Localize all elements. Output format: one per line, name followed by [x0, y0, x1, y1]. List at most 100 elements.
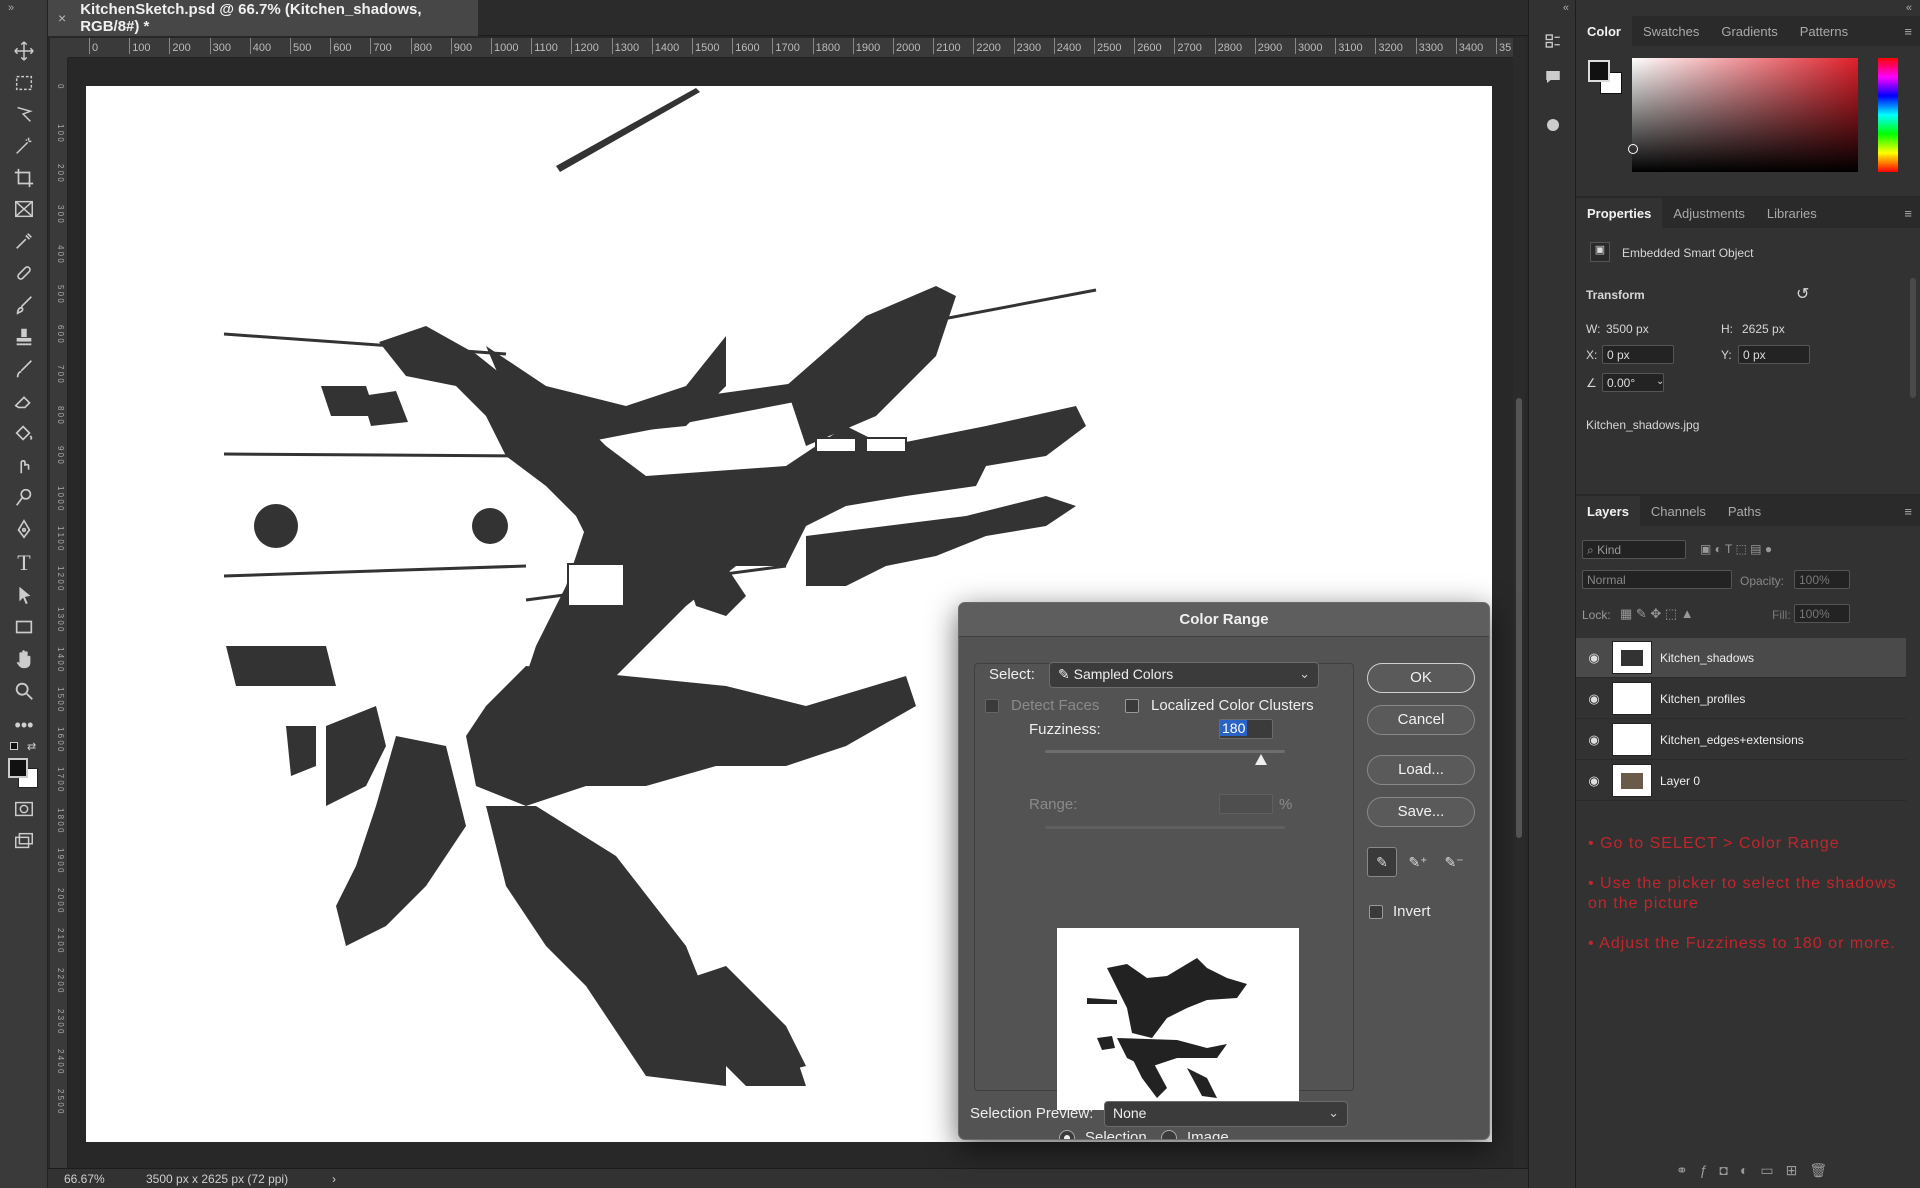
expand-panels-icon[interactable]: «	[1563, 2, 1569, 14]
clone-stamp-tool-icon[interactable]	[9, 324, 39, 350]
layer-filter-icons[interactable]: ▣ ◐ T ⬚ ▤ ●	[1700, 542, 1772, 556]
fuzziness-slider-thumb[interactable]	[1255, 754, 1267, 765]
eyedropper-plus-icon[interactable]: ✎⁺	[1403, 847, 1433, 877]
adjust-icon[interactable]	[1540, 112, 1566, 138]
color-swatch-pair[interactable]	[1588, 60, 1624, 96]
hand-tool-icon[interactable]	[9, 646, 39, 672]
foreground-background-swatch[interactable]	[8, 758, 42, 792]
smudge-tool-icon[interactable]	[9, 452, 39, 478]
properties-scrollbar[interactable]	[1910, 278, 1916, 398]
type-tool-icon[interactable]: T	[9, 550, 39, 576]
detect-faces-checkbox[interactable]	[985, 699, 999, 713]
fuzziness-field[interactable]: 180	[1219, 719, 1273, 739]
document-tab[interactable]: × KitchenSketch.psd @ 66.7% (Kitchen_sha…	[48, 0, 478, 36]
angle-field[interactable]: 0.00°	[1602, 373, 1664, 392]
comments-icon[interactable]	[1540, 64, 1566, 90]
fuzziness-slider-track[interactable]	[1045, 750, 1285, 753]
tab-libraries[interactable]: Libraries	[1756, 198, 1828, 228]
panel-collapse-icon[interactable]: «	[1906, 2, 1912, 14]
history-icon[interactable]	[1540, 28, 1566, 54]
ruler-tick-label: 1200	[571, 38, 599, 54]
panel-menu-icon[interactable]: ≡	[1904, 504, 1912, 519]
image-radio[interactable]	[1161, 1130, 1177, 1139]
selection-radio[interactable]	[1059, 1130, 1075, 1139]
lasso-tool-icon[interactable]	[9, 101, 39, 127]
panel-menu-icon[interactable]: ≡	[1904, 24, 1912, 39]
healing-brush-tool-icon[interactable]	[9, 260, 39, 286]
eyedropper-tool-icon[interactable]	[9, 228, 39, 254]
eyedropper-icon[interactable]: ✎	[1367, 847, 1397, 877]
panel-menu-icon[interactable]: ≡	[1904, 206, 1912, 221]
localized-clusters-checkbox[interactable]	[1125, 699, 1139, 713]
ruler-tick-label: 2300	[1013, 38, 1042, 54]
path-selection-tool-icon[interactable]	[9, 582, 39, 608]
eyedropper-minus-icon[interactable]: ✎⁻	[1439, 847, 1469, 877]
color-field[interactable]	[1628, 58, 1858, 172]
vertical-scrollbar[interactable]	[1513, 38, 1525, 1170]
frame-tool-icon[interactable]	[9, 196, 39, 222]
ruler-tick-label: 1 6 0 0	[56, 727, 65, 752]
magic-wand-tool-icon[interactable]	[9, 133, 39, 159]
angle-dropdown-icon[interactable]: ⌄	[1656, 376, 1664, 387]
eraser-tool-icon[interactable]	[9, 388, 39, 414]
visibility-eye-icon[interactable]: ◉	[1576, 691, 1612, 707]
select-dropdown[interactable]: ✎ Sampled Colors ⌄	[1049, 662, 1319, 688]
tab-paths[interactable]: Paths	[1717, 496, 1772, 526]
x-field[interactable]: 0 px	[1602, 345, 1674, 364]
dodge-tool-icon[interactable]	[9, 484, 39, 510]
save-button[interactable]: Save...	[1367, 797, 1475, 827]
status-arrow-icon[interactable]: ›	[332, 1172, 336, 1186]
layer-row[interactable]: ◉ Kitchen_profiles	[1576, 679, 1906, 719]
layer-row[interactable]: ◉ Layer 0	[1576, 761, 1906, 801]
marquee-tool-icon[interactable]	[9, 70, 39, 96]
tab-channels[interactable]: Channels	[1640, 496, 1717, 526]
quick-mask-icon[interactable]	[9, 796, 39, 822]
invert-checkbox[interactable]	[1369, 905, 1383, 919]
tab-properties[interactable]: Properties	[1576, 198, 1663, 228]
tab-patterns[interactable]: Patterns	[1789, 16, 1859, 46]
fill-field[interactable]: 100%	[1794, 604, 1850, 623]
opacity-field[interactable]: 100%	[1794, 570, 1850, 589]
collapse-icon[interactable]: »	[8, 2, 14, 14]
layer-footer-icons[interactable]: ⚭ƒ◘◐▭⊞🗑	[1676, 1162, 1839, 1179]
scrollbar-thumb[interactable]	[1516, 398, 1522, 838]
cancel-button[interactable]: Cancel	[1367, 705, 1475, 735]
visibility-eye-icon[interactable]: ◉	[1576, 732, 1612, 748]
crop-tool-icon[interactable]	[9, 165, 39, 191]
ruler-tick-label: 2800	[1214, 38, 1243, 54]
history-brush-tool-icon[interactable]	[9, 356, 39, 382]
layer-filter-kind[interactable]: ⌕ Kind	[1582, 540, 1686, 559]
move-tool-icon[interactable]	[9, 38, 39, 64]
zoom-tool-icon[interactable]	[9, 678, 39, 704]
layer-row[interactable]: ◉ Kitchen_edges+extensions	[1576, 720, 1906, 760]
zoom-level[interactable]: 66.67%	[64, 1172, 105, 1186]
hue-slider[interactable]	[1878, 58, 1898, 172]
y-field[interactable]: 0 px	[1738, 345, 1810, 364]
selection-preview-thumbnail[interactable]	[1057, 928, 1299, 1110]
default-colors-icon[interactable]: ⇄	[10, 740, 38, 754]
tab-color[interactable]: Color	[1576, 16, 1632, 46]
blend-mode-select[interactable]: Normal	[1582, 570, 1732, 589]
tab-adjustments[interactable]: Adjustments	[1662, 198, 1756, 228]
more-tools-icon[interactable]: •••	[9, 712, 39, 738]
tab-gradients[interactable]: Gradients	[1710, 16, 1788, 46]
ruler-tick-label: 1 2 0 0	[56, 566, 65, 591]
brush-tool-icon[interactable]	[9, 292, 39, 318]
paint-bucket-tool-icon[interactable]	[9, 420, 39, 446]
close-tab-icon[interactable]: ×	[58, 10, 66, 26]
reset-transform-icon[interactable]: ↺	[1796, 284, 1809, 304]
selection-preview-select[interactable]: None ⌄	[1104, 1101, 1348, 1127]
visibility-eye-icon[interactable]: ◉	[1576, 650, 1612, 666]
tab-swatches[interactable]: Swatches	[1632, 16, 1710, 46]
lock-icons[interactable]: ▦ ✎ ✥ ⬚ ▲	[1620, 606, 1694, 622]
visibility-eye-icon[interactable]: ◉	[1576, 773, 1612, 789]
range-unit: %	[1279, 796, 1293, 813]
tab-layers[interactable]: Layers	[1576, 496, 1640, 526]
ruler-tick-label: 300	[209, 38, 231, 54]
load-button[interactable]: Load...	[1367, 755, 1475, 785]
screen-mode-icon[interactable]	[9, 828, 39, 854]
pen-tool-icon[interactable]	[9, 516, 39, 542]
rectangle-tool-icon[interactable]	[9, 614, 39, 640]
layer-row[interactable]: ◉ Kitchen_shadows	[1576, 638, 1906, 678]
ok-button[interactable]: OK	[1367, 663, 1475, 693]
